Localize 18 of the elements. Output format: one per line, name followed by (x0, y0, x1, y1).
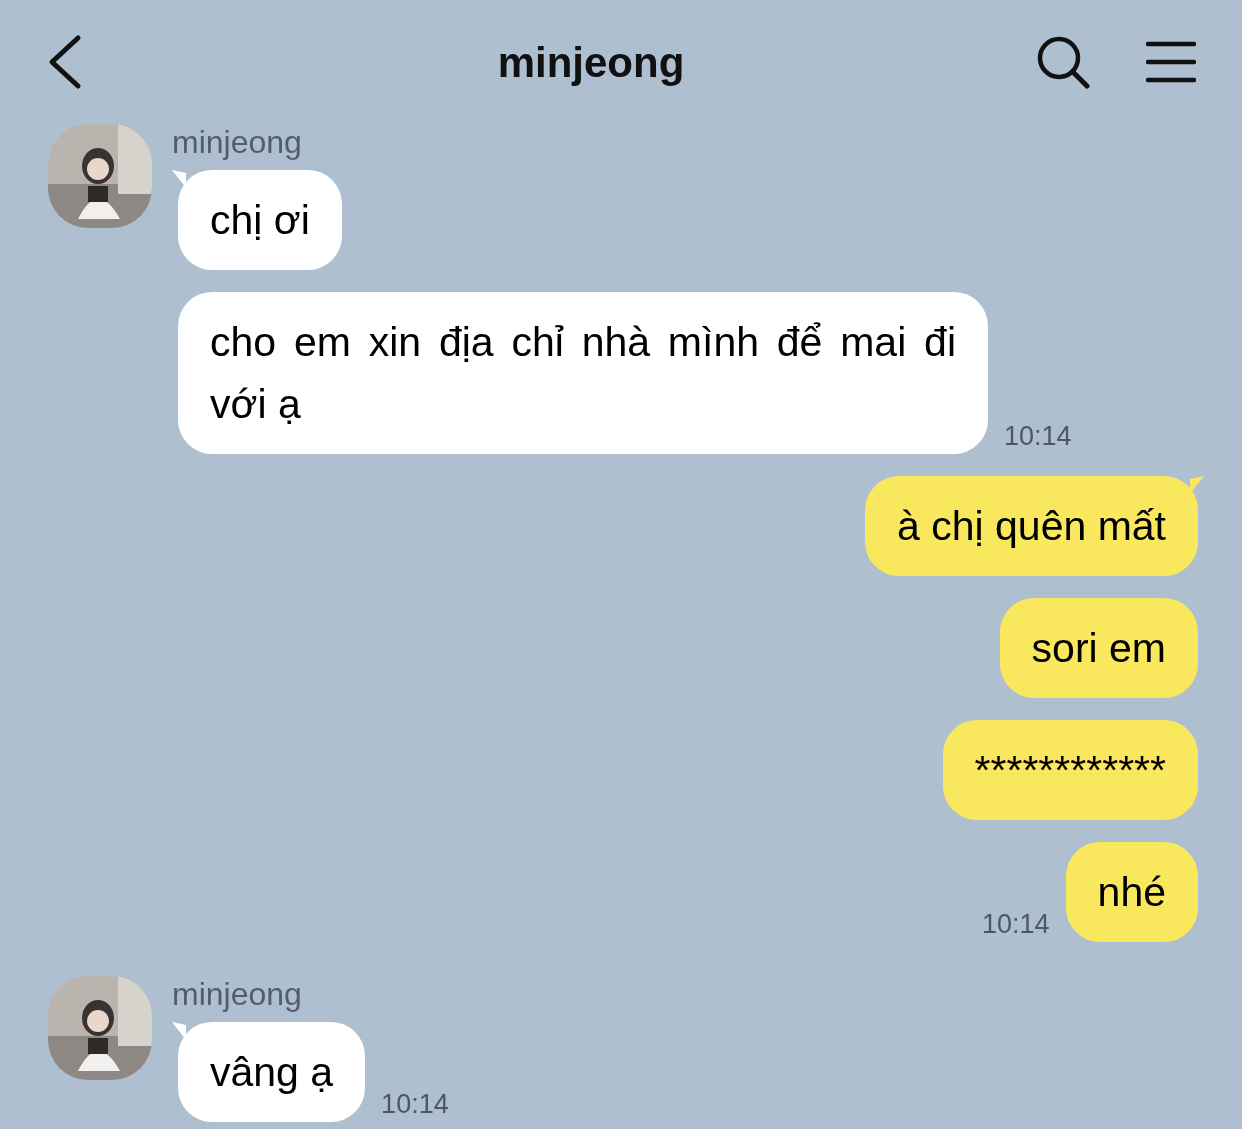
sender-name: minjeong (172, 124, 303, 160)
message-bubble: cho em xin địa chỉ nhà mình để mai đi với ạ (178, 292, 988, 454)
message-bubble: vâng ạ (178, 1022, 366, 1122)
message-bubble: sori em (999, 598, 1198, 698)
bubble-tail-icon (172, 1022, 186, 1040)
message-bubble: nhé (1065, 842, 1198, 942)
message-bubble: ************ (942, 720, 1198, 820)
search-icon[interactable] (1036, 35, 1090, 89)
message-time: 10:14 (982, 911, 1050, 938)
message-time: 10:14 (1004, 423, 1072, 450)
message-bubble: à chị quên mất (865, 476, 1198, 576)
menu-icon[interactable] (1146, 40, 1196, 84)
bubble-tail-icon (1190, 476, 1204, 494)
bubble-tail-icon (172, 170, 186, 188)
message-bubble: chị ơi (178, 170, 342, 270)
message-time: 10:14 (381, 1091, 449, 1118)
sender-name: minjeong (172, 976, 303, 1012)
chat-title: minjeong (497, 37, 685, 88)
